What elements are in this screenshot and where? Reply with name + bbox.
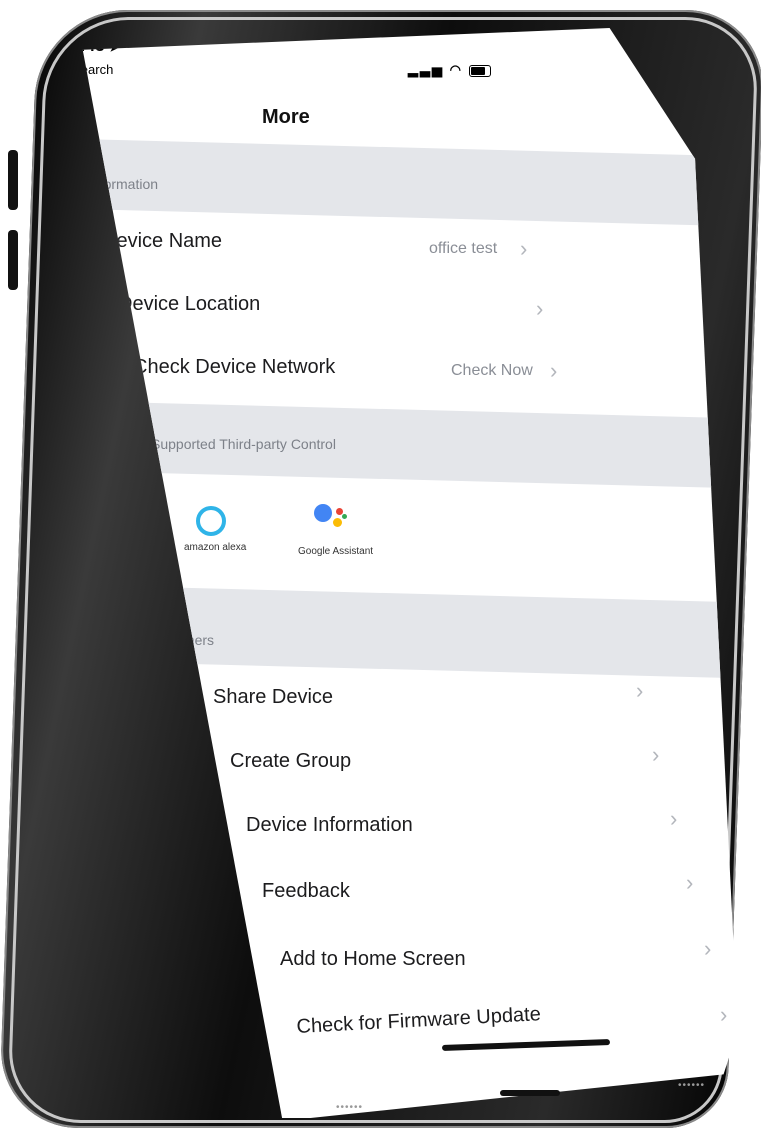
lightning-port [500,1090,560,1096]
check-network-chevron-icon[interactable]: › [550,358,557,384]
firmware-update-chevron-icon[interactable]: › [720,1002,727,1028]
device-location-chevron-icon[interactable]: › [536,296,543,322]
device-name-chevron-icon[interactable]: › [520,236,527,262]
home-indicator[interactable] [441,1039,611,1051]
wifi-icon: ◠ [449,62,463,77]
signal-icon: ▂▃▅ [408,62,444,77]
share-device-label[interactable]: Share Device [213,686,333,709]
create-group-chevron-icon[interactable]: › [652,742,659,768]
feedback-chevron-icon[interactable]: › [686,870,693,896]
feedback-label[interactable]: Feedback [262,880,350,903]
share-device-chevron-icon[interactable]: › [636,678,643,704]
create-group-label[interactable]: Create Group [230,750,351,773]
device-name-value[interactable]: office test [429,240,497,258]
alexa-icon [196,506,226,536]
status-icons: ▂▃▅ ◠ [408,62,491,78]
bottom-speaker-left: •••••• [336,1102,364,1113]
check-now-value[interactable]: Check Now [451,362,533,380]
volume-up-button [8,150,18,210]
add-to-home-screen-chevron-icon[interactable]: › [704,936,711,962]
volume-down-button [8,230,18,290]
device-information-chevron-icon[interactable]: › [670,806,677,832]
device-information-label[interactable]: Device Information [246,814,413,837]
alexa-label: amazon alexa [184,542,247,553]
page-title: More [262,106,310,128]
third-party-section-label: Supported Third-party Control [151,436,336,452]
bottom-speaker-right: •••••• [678,1080,706,1091]
firmware-update-label[interactable]: Check for Firmware Update [296,1003,541,1039]
check-device-network-label[interactable]: Check Device Network [133,356,335,379]
google-assistant-label: Google Assistant [298,546,374,557]
device-location-label[interactable]: Device Location [118,293,260,316]
add-to-home-screen-label[interactable]: Add to Home Screen [280,948,466,971]
battery-icon [468,64,491,77]
device-name-label[interactable]: Device Name [102,230,222,253]
